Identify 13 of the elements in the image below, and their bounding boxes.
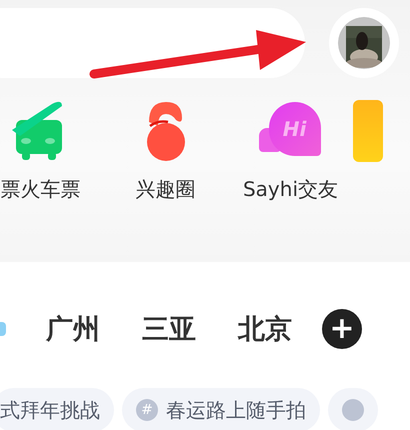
city-tab[interactable]: 北京: [238, 311, 292, 347]
shortcut-label: 票火车票: [0, 176, 80, 203]
shortcut-label: Sayhi交友: [242, 176, 338, 203]
city-tab[interactable]: 三亚: [142, 311, 196, 347]
city-tab[interactable]: 广州: [46, 311, 100, 347]
topic-chip[interactable]: # 春运路上随手拍: [122, 388, 320, 430]
add-button[interactable]: +: [322, 309, 362, 349]
topic-chip-edge[interactable]: [328, 388, 378, 430]
travel-icon[interactable]: [353, 100, 383, 162]
hashtag-icon: #: [136, 399, 158, 421]
interest-circle-icon[interactable]: [146, 100, 186, 162]
shortcut-label: 兴趣圈: [136, 176, 196, 203]
topic-chip[interactable]: 式拜年挑战: [0, 388, 114, 430]
